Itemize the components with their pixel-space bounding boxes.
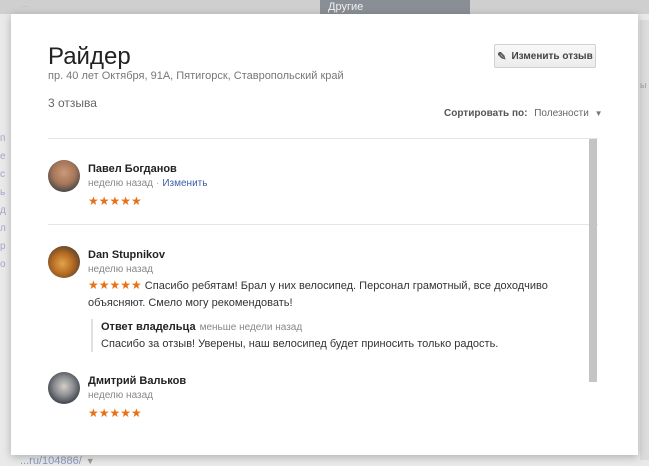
background-left-edge-char: о [0, 259, 6, 270]
avatar[interactable] [48, 246, 80, 278]
reviews-list: Павел Богданов неделю назад · Изменить ★★★… [48, 139, 598, 455]
review-author[interactable]: Павел Богданов [88, 163, 177, 175]
background-right-edge-char: ы [640, 80, 647, 90]
background-left-edge-char: л [0, 223, 6, 234]
owner-reply: Ответ владельца меньше недели назад Спаси… [91, 319, 551, 352]
background-thumbnail-label: Другие [328, 1, 364, 13]
avatar[interactable] [48, 372, 80, 404]
pencil-icon: ✎ [497, 50, 507, 63]
review-item: Павел Богданов неделю назад · Изменить ★★★… [48, 160, 583, 220]
background-thumbnail: Другие [320, 0, 470, 14]
review-meta: неделю назад [88, 390, 153, 401]
review-item: Дмитрий Вальков неделю назад ★★★★★ [48, 372, 583, 432]
review-count: 3 отзыва [48, 96, 97, 110]
owner-reply-label: Ответ владельца [101, 321, 196, 333]
edit-link[interactable]: Изменить [162, 178, 207, 189]
star-rating: ★★★★★ [88, 194, 142, 208]
background-left-edge: п е с ь д л р о [0, 130, 10, 274]
review-body: Спасибо ребятам! Брал у них велосипед. П… [88, 280, 548, 309]
review-item: Dan Stupnikov неделю назад ★★★★★ Спасибо … [48, 246, 583, 366]
background-top-link: ... [20, 0, 29, 10]
review-meta: неделю назад [88, 264, 153, 275]
background-left-edge-char: р [0, 241, 6, 252]
avatar[interactable] [48, 160, 80, 192]
review-time: неделю назад [88, 178, 153, 189]
reviews-dialog: Райдер пр. 40 лет Октября, 91А, Пятигорс… [11, 14, 638, 455]
caret-down-icon[interactable]: ▼ [86, 456, 95, 466]
review-meta: неделю назад · Изменить [88, 178, 208, 189]
background-left-edge-char: п [0, 133, 6, 144]
place-title: Райдер [48, 43, 131, 70]
sort-label: Сортировать по: [444, 108, 528, 119]
caret-down-icon[interactable]: ▼ [595, 109, 603, 118]
background-right-edge: ы [640, 20, 649, 460]
owner-reply-time: меньше недели назад [199, 322, 303, 333]
background-left-edge-char: д [0, 205, 6, 216]
review-text: ★★★★★ Спасибо ребятам! Брал у них велосип… [88, 277, 568, 312]
owner-reply-text: Спасибо за отзыв! Уверены, наш велосипед… [101, 338, 499, 350]
place-address: пр. 40 лет Октября, 91А, Пятигорск, Став… [48, 70, 344, 82]
sort-dropdown[interactable]: Сортировать по: Полезности ▼ [444, 108, 602, 119]
review-author[interactable]: Dan Stupnikov [88, 249, 165, 261]
scrollbar[interactable] [589, 139, 597, 382]
review-time: неделю назад [88, 264, 153, 275]
edit-review-label: Изменить отзыв [511, 50, 593, 62]
review-time: неделю назад [88, 390, 153, 401]
background-bottom-link-text[interactable]: ...ru/104886/ [20, 455, 82, 466]
review-author[interactable]: Дмитрий Вальков [88, 375, 186, 387]
background-left-edge-char: е [0, 151, 6, 162]
divider [48, 224, 598, 225]
background-left-edge-char: ь [0, 187, 6, 198]
star-rating: ★★★★★ [88, 278, 142, 292]
star-rating: ★★★★★ [88, 406, 142, 420]
sort-value[interactable]: Полезности [534, 108, 589, 119]
edit-review-button[interactable]: ✎ Изменить отзыв [494, 44, 596, 68]
background-bottom-link[interactable]: ...ru/104886/ ▼ [20, 455, 95, 466]
background-left-edge-char: с [0, 169, 5, 180]
